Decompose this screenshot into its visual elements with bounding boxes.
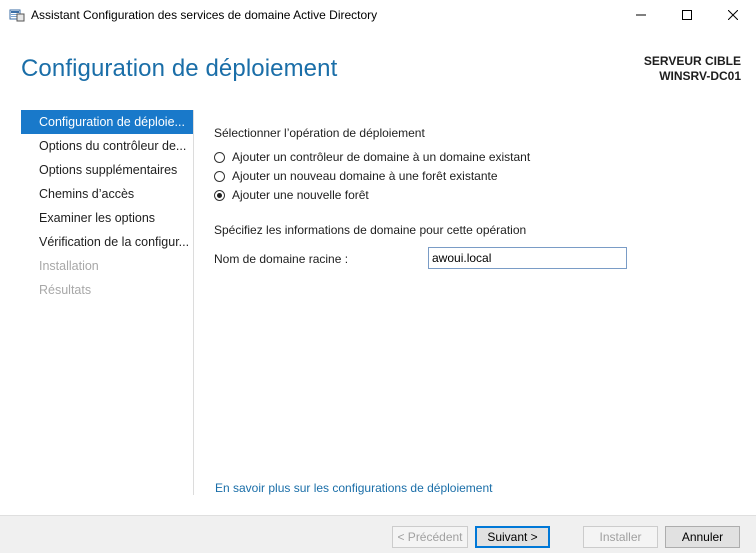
target-server-label: SERVEUR CIBLE <box>643 54 741 68</box>
nav-item-dc-options[interactable]: Options du contrôleur de... <box>21 134 193 158</box>
learn-more-link[interactable]: En savoir plus sur les configurations de… <box>215 481 493 495</box>
radio-label: Ajouter une nouvelle forêt <box>232 188 369 202</box>
server-manager-icon <box>9 8 25 22</box>
window-title: Assistant Configuration des services de … <box>31 8 378 22</box>
radio-label: Ajouter un contrôleur de domaine à un do… <box>232 150 531 164</box>
radio-button[interactable] <box>214 151 225 163</box>
radio-dot <box>217 192 222 198</box>
nav-item-review-options[interactable]: Examiner les options <box>21 206 193 230</box>
close-button[interactable] <box>710 0 756 30</box>
nav-item-results: Résultats <box>39 283 92 297</box>
radio-add-dc-existing-domain[interactable]: Ajouter un contrôleur de domaine à un do… <box>214 148 530 166</box>
title-bar: Assistant Configuration des services de … <box>0 0 756 30</box>
radio-add-domain-existing-forest[interactable]: Ajouter un nouveau domaine à une forêt e… <box>214 167 498 185</box>
nav-divider <box>193 110 194 495</box>
nav-item-installation: Installation <box>39 259 99 273</box>
close-icon <box>728 10 738 20</box>
minimize-button[interactable] <box>618 0 664 30</box>
cancel-button[interactable]: Annuler <box>665 526 740 548</box>
nav-item-paths[interactable]: Chemins d’accès <box>21 182 193 206</box>
domain-info-heading: Spécifiez les informations de domaine po… <box>214 223 527 237</box>
root-domain-input[interactable] <box>428 247 627 269</box>
maximize-button[interactable] <box>664 0 710 30</box>
maximize-icon <box>682 10 692 20</box>
root-domain-label: Nom de domaine racine : <box>214 252 349 266</box>
radio-add-new-forest[interactable]: Ajouter une nouvelle forêt <box>214 186 369 204</box>
wizard-navigation: Configuration de déploie... Options du c… <box>21 110 193 302</box>
nav-item-prerequisites-check[interactable]: Vérification de la configur... <box>21 230 193 254</box>
operation-heading: Sélectionner l’opération de déploiement <box>214 126 425 140</box>
nav-item-additional-options[interactable]: Options supplémentaires <box>21 158 193 182</box>
radio-button[interactable] <box>214 170 225 182</box>
nav-item-deployment-configuration[interactable]: Configuration de déploie... <box>21 110 193 134</box>
page-title: Configuration de déploiement <box>21 55 338 82</box>
minimize-icon <box>636 10 646 20</box>
install-button[interactable]: Installer <box>583 526 658 548</box>
radio-label: Ajouter un nouveau domaine à une forêt e… <box>232 169 498 183</box>
target-server-name: WINSRV-DC01 <box>659 69 741 83</box>
radio-button-selected[interactable] <box>214 189 225 201</box>
previous-button[interactable]: < Précédent <box>392 526 468 548</box>
next-button[interactable]: Suivant > <box>475 526 550 548</box>
